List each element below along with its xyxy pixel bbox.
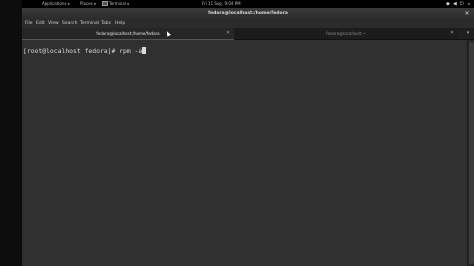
applications-menu-label: Applications (42, 1, 67, 6)
power-icon: ⏻ (459, 1, 464, 7)
places-menu[interactable]: Places▼ (80, 0, 96, 8)
menubar: File Edit View Search Terminal Tabs Help (22, 19, 474, 28)
menu-view[interactable]: View (48, 19, 59, 28)
tab-bar: fedora@localhost:/home/fedora ✕ fedora@l… (22, 28, 474, 40)
menu-edit[interactable]: Edit (36, 19, 45, 28)
vertical-scrollbar[interactable] (467, 40, 474, 266)
tab-active[interactable]: fedora@localhost:/home/fedora ✕ (22, 28, 234, 40)
desktop-screen: Applications▼ Places▼ Terminal▼ Fri 11 S… (0, 0, 474, 266)
applications-menu[interactable]: Applications▼ (42, 0, 70, 8)
menu-help[interactable]: Help (115, 19, 125, 28)
chevron-down-icon: ▼ (126, 2, 130, 6)
tab-close-icon[interactable]: ✕ (450, 28, 454, 39)
menu-tabs[interactable]: Tabs (101, 19, 111, 28)
scrollbar-thumb[interactable] (469, 42, 474, 264)
screen-left-border (0, 0, 22, 266)
clock[interactable]: Fri 11 Sep, 9:04 PM (202, 0, 241, 8)
chevron-down-icon: ▼ (467, 2, 470, 6)
chevron-down-icon: ▼ (93, 2, 97, 6)
close-button[interactable]: ✕ (463, 10, 471, 17)
tab-close-icon[interactable]: ✕ (226, 28, 230, 39)
tab-list-button[interactable]: ▾ (462, 28, 474, 39)
typed-command: rpm -a (119, 47, 143, 55)
tab-label: fedora@localhost:/home/fedora (96, 31, 160, 36)
places-menu-label: Places (80, 1, 93, 6)
terminal-window: fedora@localhost:/home/fedora ✕ File Edi… (22, 8, 474, 266)
prompt-line: [root@localhost fedora]# rpm -a (23, 47, 147, 55)
volume-icon: ◀ (452, 1, 457, 7)
network-icon: ◆ (446, 1, 450, 7)
text-cursor (142, 47, 147, 54)
chevron-down-icon: ▼ (67, 2, 70, 6)
tab-label: fedora@localhost:~ (326, 31, 366, 36)
terminal-app-menu-label: Terminal (109, 1, 126, 6)
menu-search[interactable]: Search (62, 19, 77, 28)
terminal-app-icon (102, 0, 108, 6)
top-panel: Applications▼ Places▼ Terminal▼ Fri 11 S… (22, 0, 474, 8)
terminal-output[interactable]: [root@localhost fedora]# rpm -a (22, 40, 467, 266)
system-status-area[interactable]: ◆ ◀ ⏻ ▼ (446, 0, 470, 8)
tab-inactive[interactable]: fedora@localhost:~ ✕ (234, 28, 458, 39)
window-titlebar[interactable]: fedora@localhost:/home/fedora ✕ (22, 8, 474, 19)
chevron-down-icon: ▾ (466, 30, 470, 36)
close-icon: ✕ (464, 10, 470, 17)
window-title: fedora@localhost:/home/fedora (208, 11, 288, 16)
menu-file[interactable]: File (25, 19, 33, 28)
shell-prompt: [root@localhost fedora]# (23, 47, 120, 55)
clock-datetime: Fri 11 Sep, 9:04 PM (202, 1, 241, 6)
menu-terminal[interactable]: Terminal (80, 19, 99, 28)
terminal-app-menu[interactable]: Terminal▼ (102, 0, 129, 8)
